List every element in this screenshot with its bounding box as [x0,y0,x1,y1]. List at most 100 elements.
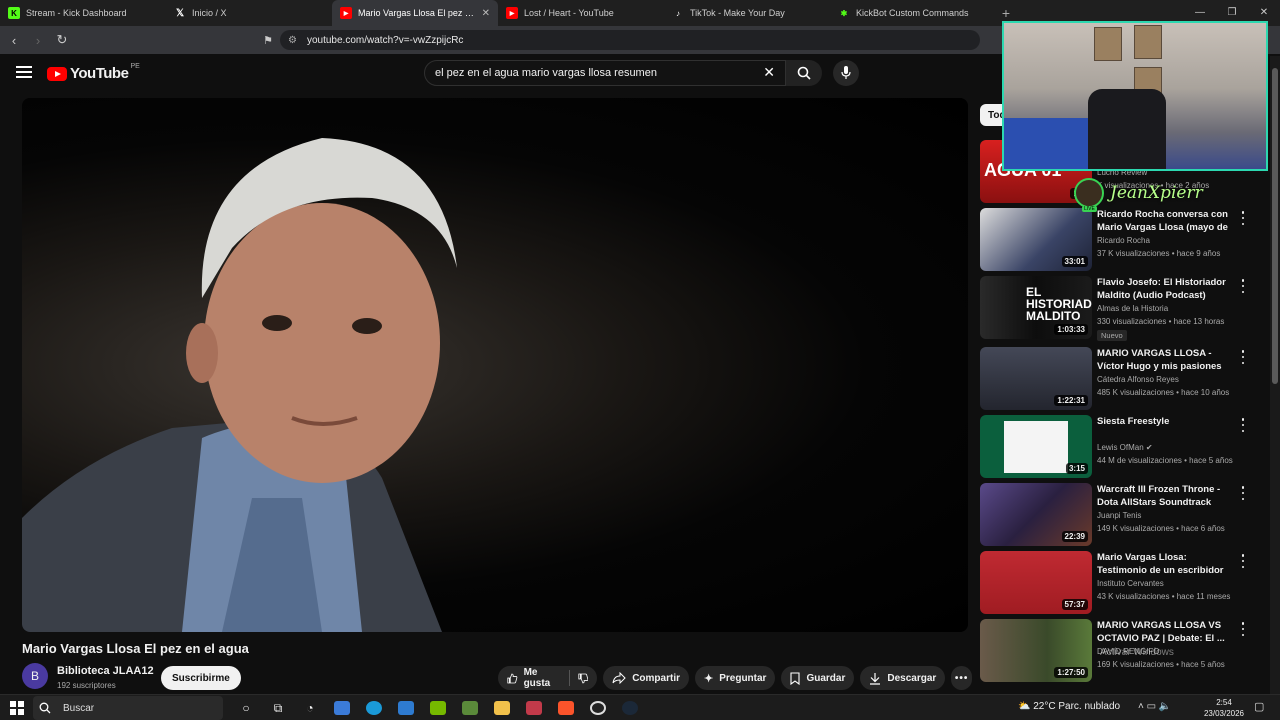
streamer-overlay: LIVE JeanXpierr [1074,178,1203,212]
more-options-icon[interactable] [1238,486,1248,500]
video-thumbnail[interactable]: 22:39 [980,483,1092,546]
video-thumbnail[interactable]: 57:37 [980,551,1092,614]
ask-button[interactable]: ✦ Preguntar [695,666,776,690]
tab-lost-heart[interactable]: ▶ Lost / Heart - YouTube [498,0,664,26]
tab-title: TikTok - Make Your Day [690,8,785,18]
list-item[interactable]: 57:37 Mario Vargas Llosa: Testimonio de … [980,551,1252,615]
tab-title: KickBot Custom Commands [856,8,969,18]
tab-tiktok[interactable]: ♪ TikTok - Make Your Day [664,0,830,26]
obs-icon[interactable] [582,697,614,719]
weather-text: Parc. nublado [1058,701,1121,712]
duration: 1:03:33 [1054,324,1088,335]
tab-x-home[interactable]: 𝕏 Inicio / X [166,0,332,26]
date: 23/03/2026 [1203,709,1245,718]
nvidia-icon[interactable] [422,697,454,719]
new-tab-button[interactable]: + [996,5,1016,21]
video-thumbnail[interactable]: 1:27:50 [980,619,1092,682]
close-tab-icon[interactable]: ✕ [482,8,490,19]
taskbar: Buscar ○ ⧉ ◔ ⛅ 22°C Parc. nublado ˄ ▭ 🔈 … [0,694,1280,720]
url-field[interactable]: ⚙ youtube.com/watch?v=-vwZzpijcRc [280,30,980,50]
like-divider [568,670,570,686]
more-options-icon[interactable] [1238,350,1248,364]
clock[interactable]: 2:54 23/03/2026 [1200,697,1248,719]
more-options-icon[interactable] [1238,279,1248,293]
video-title: MARIO VARGAS LLOSA - Víctor Hugo y mis p… [1097,348,1222,372]
download-button[interactable]: Descargar [860,666,946,690]
list-item[interactable]: 1:22:31 MARIO VARGAS LLOSA - Víctor Hugo… [980,347,1252,411]
subscribe-button[interactable]: Suscribirme [161,666,241,690]
forward-icon[interactable]: › [28,30,48,50]
channel-name[interactable]: Biblioteca JLAA12 [57,665,154,677]
video-thumbnail[interactable]: 3:15 [980,415,1092,478]
windows-start-icon[interactable] [10,701,24,715]
taskbar-search[interactable]: Buscar [33,696,223,720]
channel-name: Juanpi Tenis [1097,511,1142,520]
video-title: Mario Vargas Llosa El pez en el agua [22,641,249,656]
save-button[interactable]: Guardar [781,666,855,690]
scrollbar-thumb[interactable] [1272,68,1278,384]
search-icon [39,702,51,714]
channel-name: Lewis OfMan ✔ [1097,443,1153,452]
video-meta: 37 K visualizaciones • hace 9 años [1097,249,1221,258]
task-view-icon[interactable]: ⧉ [262,697,294,719]
like-button[interactable]: Me gusta [498,666,598,690]
tab-title: Lost / Heart - YouTube [524,8,614,18]
cortana-icon[interactable]: ○ [230,697,262,719]
weather-widget[interactable]: ⛅ 22°C Parc. nublado [1018,701,1120,712]
thumbnail-art [1004,421,1068,473]
thumbs-down-icon[interactable] [578,672,589,685]
back-icon[interactable]: ‹ [4,30,24,50]
list-item[interactable]: 33:01 Ricardo Rocha conversa con Mario V… [980,208,1252,272]
share-button[interactable]: Compartir [603,666,689,690]
youtube-logo[interactable]: YouTube PE [47,63,140,82]
more-options-icon[interactable] [1238,622,1248,636]
system-tray: ˄ ▭ 🔈 [1138,701,1171,712]
page-scrollbar[interactable] [1270,56,1280,696]
store-icon[interactable] [326,697,358,719]
video-player[interactable] [22,98,968,632]
video-thumbnail[interactable]: ELHISTORIADORMALDITO 1:03:33 [980,276,1092,339]
tab-kickbot[interactable]: ✱ KickBot Custom Commands [830,0,996,26]
bookmark-icon[interactable]: ⚑ [258,30,278,50]
menu-icon[interactable] [16,66,32,80]
list-item[interactable]: 3:15 Siesta Freestyle Lewis OfMan ✔ 44 M… [980,415,1252,479]
notifications-icon[interactable]: ▢ [1254,700,1264,713]
video-thumbnail[interactable]: 33:01 [980,208,1092,271]
video-thumbnail[interactable]: 1:22:31 [980,347,1092,410]
minecraft-icon[interactable] [454,697,486,719]
more-options-icon[interactable] [1238,418,1248,432]
kickbot-icon: ✱ [840,8,848,18]
speed-icon[interactable]: ◔ [294,697,326,719]
more-options-icon[interactable] [1238,554,1248,568]
list-item[interactable]: 22:39 Warcraft III Frozen Throne - Dota … [980,483,1252,547]
more-options-icon[interactable] [1238,211,1248,225]
edge-icon[interactable] [358,697,390,719]
tab-kick-dashboard[interactable]: K Stream - Kick Dashboard [0,0,166,26]
steam-icon[interactable] [614,697,646,719]
tab-youtube-video[interactable]: ▶ Mario Vargas Llosa El pez en el agua ✕ [332,0,498,26]
network-icon[interactable]: ▭ [1147,701,1156,712]
site-info-icon[interactable]: ⚙ [288,35,297,46]
search-input[interactable]: el pez en el agua mario vargas llosa res… [424,60,786,86]
download-icon [870,672,881,685]
search-button[interactable] [786,60,822,86]
more-actions-button[interactable]: ••• [951,666,972,690]
channel-avatar[interactable]: B [22,663,48,689]
brave-icon[interactable] [550,697,582,719]
clear-search-icon[interactable]: ✕ [763,64,775,81]
channel-name-text: Lewis OfMan [1097,443,1144,452]
chevron-up-icon[interactable]: ˄ [1138,701,1144,712]
list-item[interactable]: ELHISTORIADORMALDITO 1:03:33 Flavio Jose… [980,276,1252,341]
file-explorer-icon[interactable] [486,697,518,719]
app-icon[interactable] [518,697,550,719]
download-label: Descargar [887,672,937,684]
reload-icon[interactable]: ↻ [52,30,72,50]
duration: 33:01 [1061,256,1088,267]
volume-icon[interactable]: 🔈 [1159,701,1171,712]
sparkle-icon: ✦ [704,672,714,685]
share-label: Compartir [632,672,680,684]
mail-icon[interactable] [390,697,422,719]
video-actions: Me gusta Compartir ✦ Preguntar Guardar D… [498,666,972,690]
thumbs-up-icon [507,673,518,683]
voice-search-button[interactable] [833,60,859,86]
